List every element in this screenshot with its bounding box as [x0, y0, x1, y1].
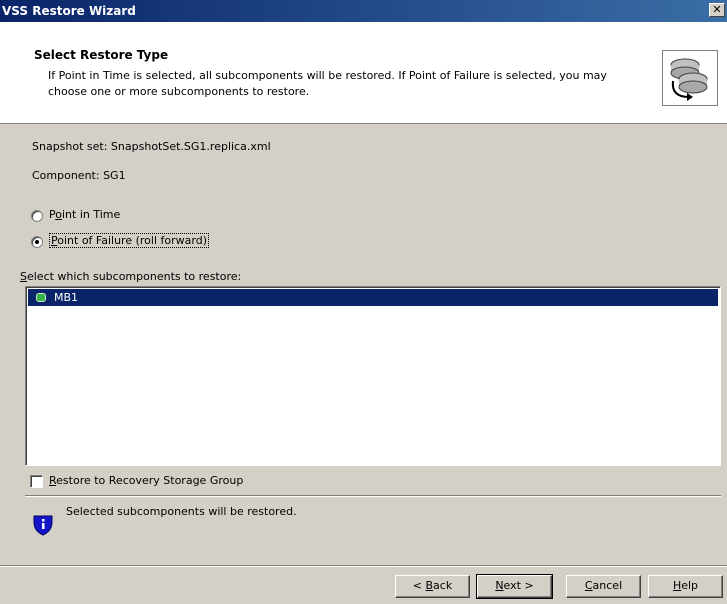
window-title: VSS Restore Wizard — [2, 4, 136, 18]
close-icon: ✕ — [712, 3, 722, 16]
recovery-storage-checkbox[interactable] — [30, 475, 43, 488]
page-title: Select Restore Type — [34, 48, 169, 62]
recovery-storage-label[interactable]: Restore to Recovery Storage Group — [49, 474, 243, 487]
title-bar: VSS Restore Wizard ✕ — [0, 0, 727, 22]
list-item[interactable]: MB1 — [28, 289, 718, 306]
subcomponents-label: Select which subcomponents to restore: — [20, 270, 242, 283]
restore-disks-icon — [662, 50, 718, 106]
help-button[interactable]: Help — [648, 575, 723, 598]
point-in-time-label[interactable]: Point in Time — [49, 208, 120, 221]
radio-selected-dot — [35, 240, 39, 244]
footer-divider-highlight — [0, 566, 727, 567]
back-button[interactable]: < Back — [395, 575, 470, 598]
point-in-time-radio[interactable] — [31, 210, 43, 222]
component-label: Component: SG1 — [32, 169, 126, 182]
point-of-failure-radio[interactable] — [31, 236, 43, 248]
wizard-header: Select Restore Type If Point in Time is … — [0, 22, 727, 124]
database-icon — [36, 293, 46, 302]
info-shield-icon — [33, 514, 53, 536]
cancel-button[interactable]: Cancel — [566, 575, 641, 598]
page-description: If Point in Time is selected, all subcom… — [48, 69, 607, 98]
point-of-failure-label[interactable]: Point of Failure (roll forward) — [49, 233, 209, 248]
subcomponents-list[interactable]: MB1 — [25, 286, 721, 466]
status-message: Selected subcomponents will be restored. — [66, 505, 297, 518]
divider-highlight — [25, 496, 721, 497]
next-button[interactable]: Next > — [476, 574, 553, 599]
snapshot-set-label: Snapshot set: SnapshotSet.SG1.replica.xm… — [32, 140, 271, 153]
close-button[interactable]: ✕ — [709, 3, 725, 17]
